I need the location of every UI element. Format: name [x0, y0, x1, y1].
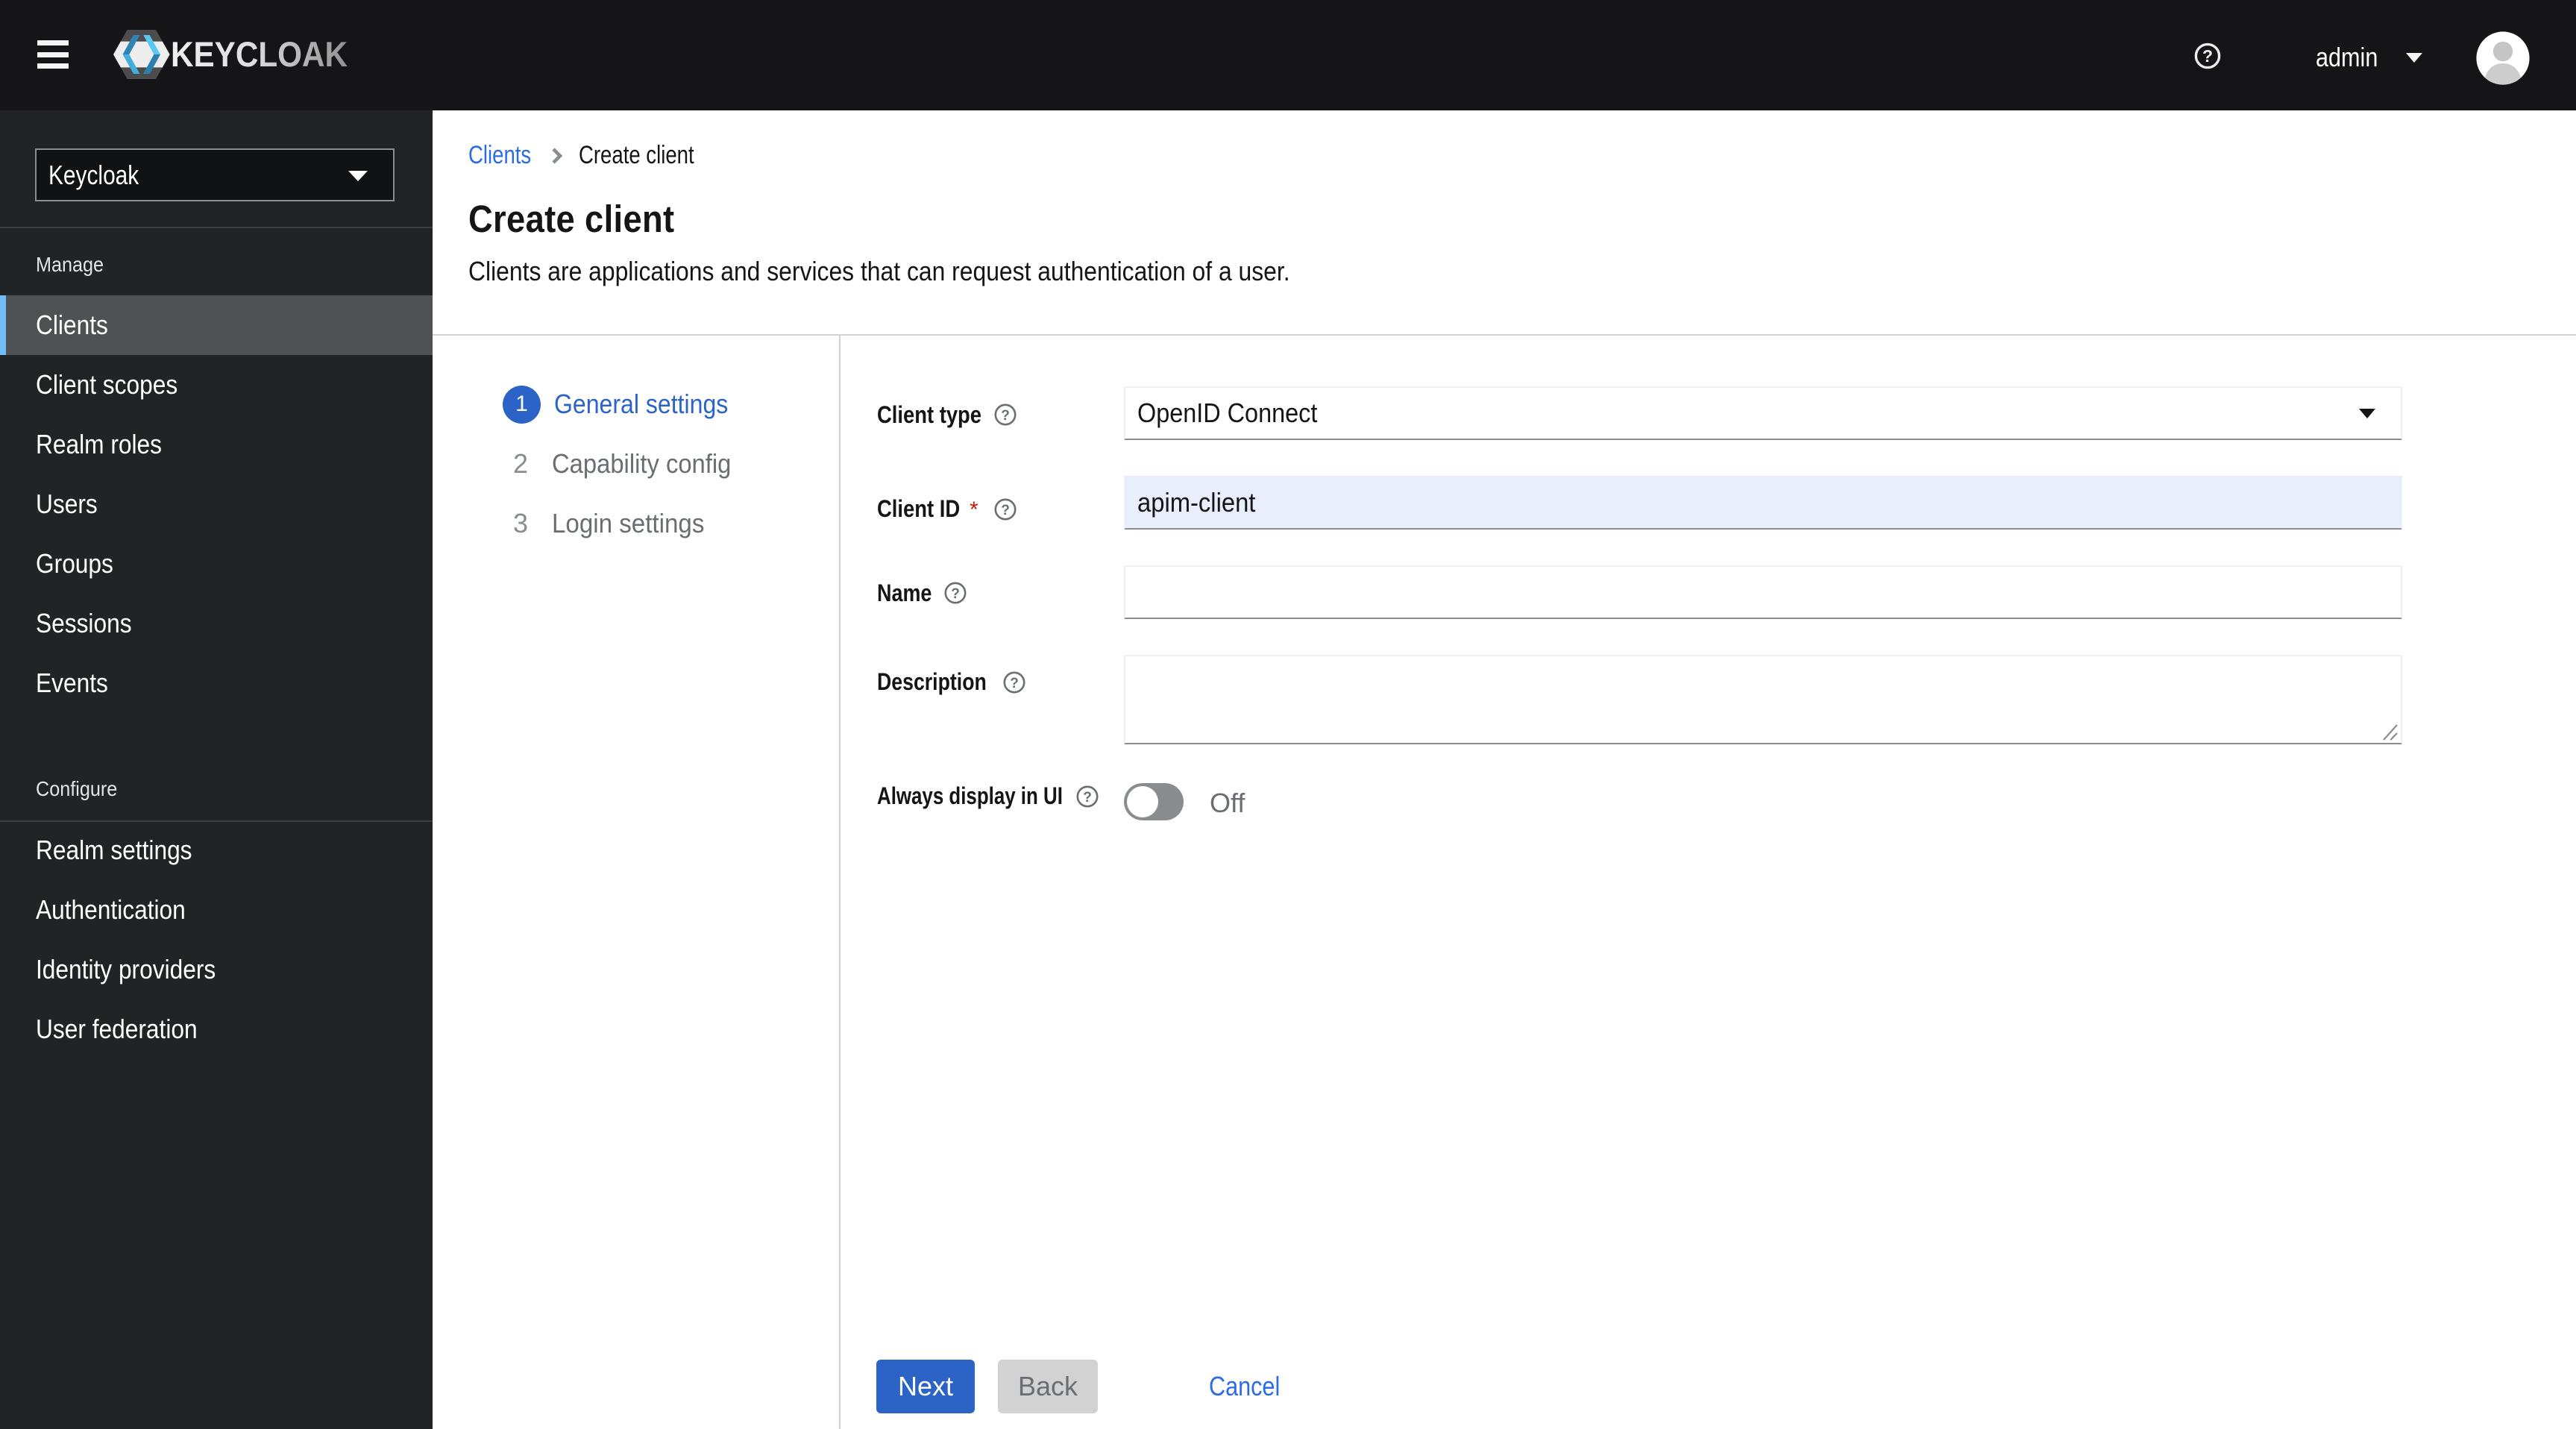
svg-text:?: ? [1010, 676, 1019, 691]
svg-text:?: ? [1001, 408, 1010, 424]
svg-text:?: ? [1001, 503, 1010, 518]
svg-text:?: ? [1083, 790, 1092, 805]
svg-text:KEYCLOAK: KEYCLOAK [171, 34, 348, 74]
svg-text:?: ? [2202, 46, 2213, 66]
svg-text:?: ? [951, 586, 960, 602]
